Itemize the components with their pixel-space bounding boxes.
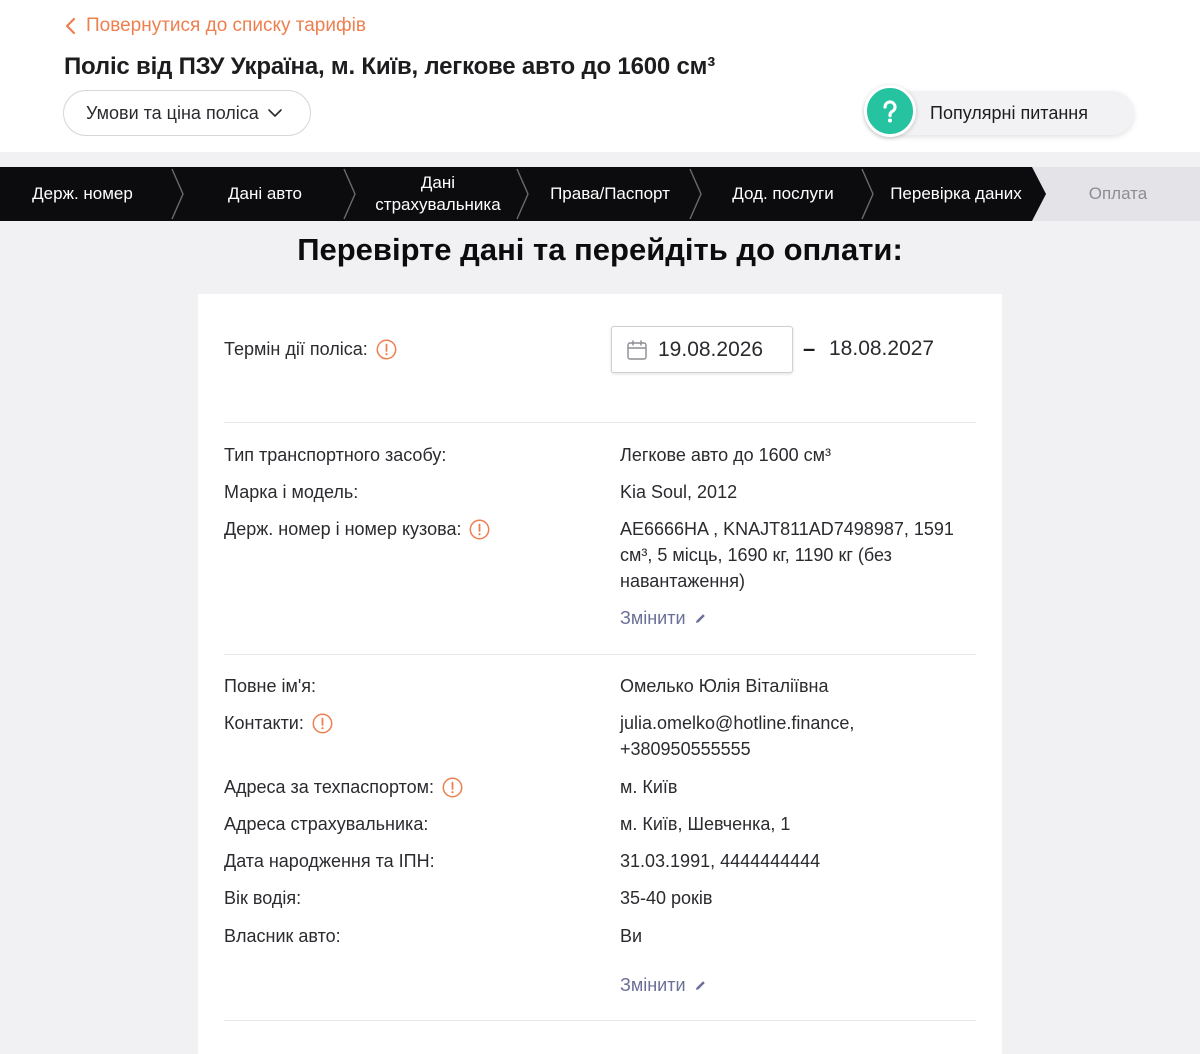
conditions-dropdown-button[interactable]: Умови та ціна поліса (63, 90, 311, 136)
change-insured-link[interactable]: Змінити (620, 975, 707, 996)
step-label: Дані страхувальника (375, 173, 501, 214)
car-owner-value: Ви (620, 926, 643, 946)
contacts-label: Контакти: (224, 713, 333, 734)
label-text: Повне ім'я: (224, 676, 317, 696)
info-icon[interactable] (469, 519, 490, 540)
info-icon[interactable] (376, 339, 397, 360)
question-icon (864, 85, 916, 137)
date-separator: – (803, 336, 816, 361)
calendar-icon (627, 339, 647, 360)
section-divider (224, 654, 976, 655)
page-header: Повернутися до списку тарифів Поліс від … (0, 0, 1200, 152)
section-divider (224, 1020, 976, 1021)
birth-tax-value: 31.03.1991, 4444444444 (620, 851, 821, 871)
step-license-passport[interactable]: Права/Паспорт (531, 167, 689, 221)
label-text: Контакти: (224, 713, 304, 733)
vehicle-type-label: Тип транспортного засобу: (224, 445, 446, 466)
checkout-stepper: Держ. номер Дані авто Дані страхувальник… (0, 167, 1200, 221)
step-separator-icon (689, 168, 702, 220)
reg-address-label: Адреса за техпаспортом: (224, 777, 463, 798)
popular-questions-button[interactable]: Популярні питання (864, 85, 1134, 137)
step-data-review[interactable]: Перевірка даних (876, 167, 1036, 221)
label-text: Адреса страхувальника: (224, 814, 429, 834)
driver-age-label: Вік водія: (224, 888, 301, 909)
info-icon[interactable] (442, 777, 463, 798)
driver-age-value: 35-40 років (620, 888, 713, 908)
chevron-left-icon (65, 17, 76, 35)
step-label: Перевірка даних (890, 184, 1022, 203)
page-heading: Перевірте дані та перейдіть до оплати: (297, 232, 903, 267)
vehicle-type-value: Легкове авто до 1600 см³ (620, 445, 832, 465)
step-car-data[interactable]: Дані авто (186, 167, 344, 221)
step-plate-number[interactable]: Держ. номер (0, 167, 165, 221)
section-divider (224, 422, 976, 423)
full-name-label: Повне ім'я: (224, 676, 316, 697)
back-link-label: Повернутися до списку тарифів (86, 15, 366, 36)
policy-title: Поліс від ПЗУ Україна, м. Київ, легкове … (64, 53, 715, 80)
step-payment[interactable]: Оплата (1046, 167, 1190, 221)
policy-term-row: Термін дії поліса: (224, 339, 397, 360)
policy-term-label: Термін дії поліса: (224, 339, 368, 359)
label-text: Держ. номер і номер кузова: (224, 519, 462, 539)
step-label: Держ. номер (32, 184, 133, 203)
back-to-tariffs-link[interactable]: Повернутися до списку тарифів (64, 15, 366, 37)
step-separator-icon (861, 168, 874, 220)
step-separator-icon (343, 168, 356, 220)
label-text: Дата народження та ІПН: (224, 851, 435, 871)
contacts-value: julia.omelko@hotline.finance, +380950555… (620, 713, 855, 759)
label-text: Тип транспортного засобу: (224, 445, 447, 465)
popular-questions-label: Популярні питання (930, 102, 1088, 123)
step-label: Права/Паспорт (550, 184, 670, 203)
label-text: Марка і модель: (224, 482, 359, 502)
insured-address-label: Адреса страхувальника: (224, 814, 428, 835)
change-link-label: Змінити (620, 975, 686, 995)
step-separator-icon (171, 168, 184, 220)
change-link-label: Змінити (620, 608, 686, 628)
vehicle-model-label: Марка і модель: (224, 482, 358, 503)
label-text: Вік водія: (224, 888, 302, 908)
label-text: Адреса за техпаспортом: (224, 777, 435, 797)
pencil-icon (695, 614, 705, 623)
plate-body-value: AE6666HA , KNAJT811AD7498987, 1591 см³, … (620, 519, 954, 591)
birth-tax-label: Дата народження та ІПН: (224, 851, 435, 872)
pencil-icon (695, 981, 705, 990)
change-vehicle-link[interactable]: Змінити (620, 608, 707, 629)
full-name-value: Омелько Юлія Віталіївна (620, 676, 829, 696)
step-extra-services[interactable]: Дод. послуги (704, 167, 862, 221)
step-separator-icon (516, 168, 529, 220)
reg-address-value: м. Київ (620, 777, 678, 797)
step-label: Оплата (1088, 184, 1148, 203)
chevron-down-icon (268, 109, 282, 117)
end-date-value: 18.08.2027 (829, 337, 935, 360)
review-card: Термін дії поліса: 19.08.2026 – 18.08.20… (198, 294, 1002, 1054)
car-owner-label: Власник авто: (224, 926, 341, 947)
step-label: Дод. послуги (732, 184, 834, 203)
vehicle-model-value: Kia Soul, 2012 (620, 482, 738, 502)
info-icon[interactable] (312, 713, 333, 734)
plate-body-label: Держ. номер і номер кузова: (224, 519, 490, 540)
start-date-input[interactable]: 19.08.2026 (611, 326, 793, 373)
label-text: Власник авто: (224, 926, 341, 946)
start-date-value: 19.08.2026 (658, 337, 764, 361)
insured-address-value: м. Київ, Шевченка, 1 (620, 814, 791, 834)
conditions-label: Умови та ціна поліса (86, 102, 259, 123)
step-insured-data[interactable]: Дані страхувальника (358, 167, 518, 221)
step-label: Дані авто (227, 184, 303, 203)
